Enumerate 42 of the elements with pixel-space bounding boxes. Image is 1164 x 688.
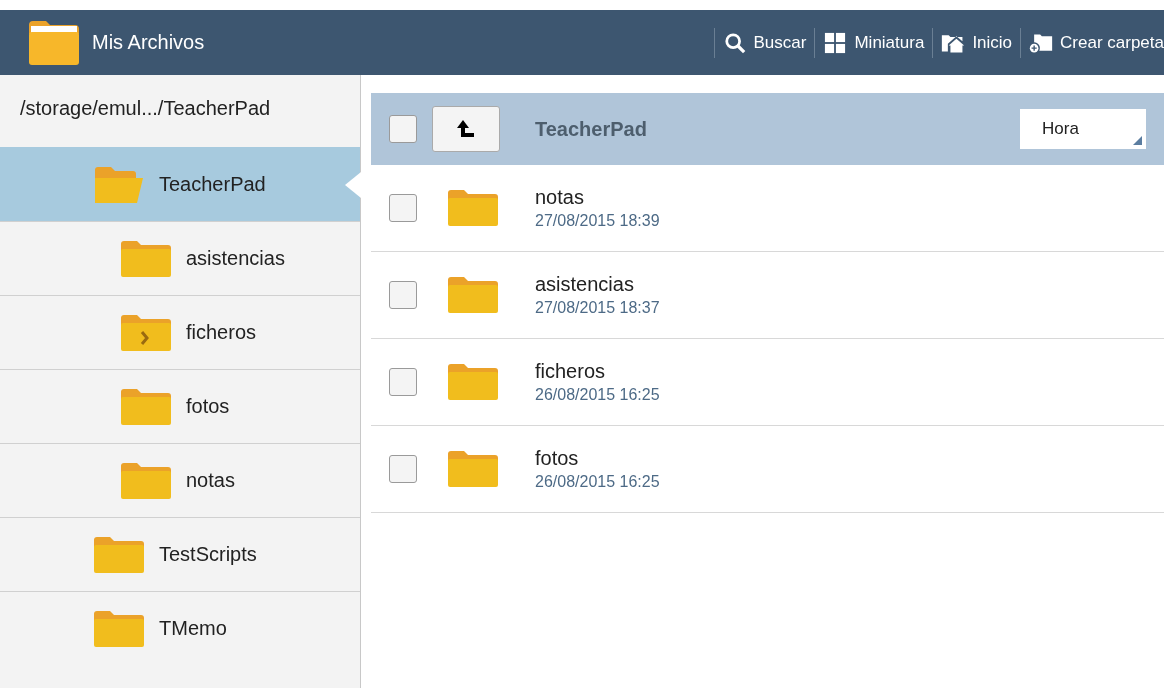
checkbox[interactable]: [389, 115, 417, 143]
checkbox[interactable]: [389, 281, 417, 309]
file-name: asistencias: [535, 273, 635, 296]
file-row[interactable]: asistencias 27/08/2015 18:37: [371, 252, 1164, 339]
tree-item[interactable]: notas: [0, 443, 360, 517]
file-date: 26/08/2015 16:25: [535, 473, 660, 491]
up-arrow-icon: [456, 119, 476, 139]
folder-icon: [447, 276, 499, 314]
checkbox[interactable]: [389, 368, 417, 396]
tree-item[interactable]: TeacherPad: [0, 147, 360, 221]
file-date: 26/08/2015 16:25: [535, 386, 660, 404]
file-name: notas: [535, 186, 585, 209]
file-name: fotos: [535, 447, 580, 470]
new-folder-icon: [1029, 31, 1054, 54]
app-title: Mis Archivos: [92, 31, 205, 54]
checkbox[interactable]: [389, 455, 417, 483]
up-button[interactable]: [432, 106, 500, 152]
folder-icon: [447, 363, 499, 401]
search-icon: [722, 31, 747, 54]
folder-icon: [447, 450, 499, 488]
create-folder-button[interactable]: Crear carpeta: [1021, 31, 1164, 54]
file-row[interactable]: fotos 26/08/2015 16:25: [371, 426, 1164, 513]
file-date: 27/08/2015 18:39: [535, 212, 660, 230]
sort-dropdown[interactable]: Hora: [1020, 109, 1146, 149]
folder-path: /storage/emul.../TeacherPad: [19, 96, 272, 121]
tree-item[interactable]: TestScripts: [0, 517, 360, 591]
folder-icon: [28, 19, 80, 66]
current-folder-name: TeacherPad: [535, 117, 647, 141]
file-name: ficheros: [535, 360, 607, 383]
tree-item[interactable]: asistencias: [0, 221, 360, 295]
home-button[interactable]: Inicio: [933, 31, 1021, 54]
grid-icon: [823, 31, 848, 54]
folder-icon: [447, 189, 499, 227]
thumbnail-button[interactable]: Miniatura: [815, 31, 933, 54]
tree-item[interactable]: ficheros: [0, 295, 360, 369]
tree-item[interactable]: fotos: [0, 369, 360, 443]
file-date: 27/08/2015 18:37: [535, 299, 660, 317]
checkbox[interactable]: [389, 194, 417, 222]
tree-item[interactable]: TMemo: [0, 591, 360, 665]
file-row[interactable]: ficheros 26/08/2015 16:25: [371, 339, 1164, 426]
file-row[interactable]: notas 27/08/2015 18:39: [371, 165, 1164, 252]
search-button[interactable]: Buscar: [714, 31, 815, 54]
